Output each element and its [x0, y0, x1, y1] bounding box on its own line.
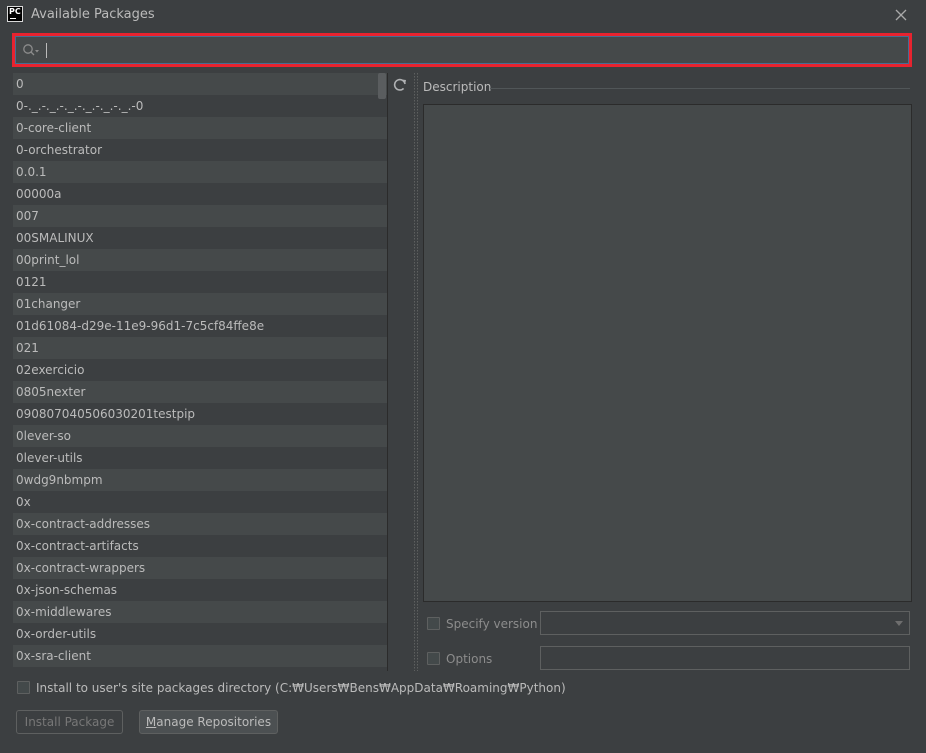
- package-list-item[interactable]: 0x-contract-wrappers: [13, 557, 387, 579]
- package-list-item[interactable]: 00SMALINUX: [13, 227, 387, 249]
- app-logo-text: PC: [9, 7, 21, 16]
- package-list-item[interactable]: 0805nexter: [13, 381, 387, 403]
- package-list-item[interactable]: 0x: [13, 491, 387, 513]
- panel-splitter[interactable]: [413, 73, 419, 671]
- package-list-item[interactable]: 0x-contract-addresses: [13, 513, 387, 535]
- search-input[interactable]: [46, 40, 896, 60]
- package-list-item[interactable]: 02exercicio: [13, 359, 387, 381]
- manage-label-rest: anage Repositories: [156, 715, 272, 729]
- title-bar: PC Available Packages: [0, 0, 926, 30]
- package-list-item[interactable]: 0wdg9nbmpm: [13, 469, 387, 491]
- package-list-item[interactable]: 090807040506030201testpip: [13, 403, 387, 425]
- description-area: [423, 104, 912, 602]
- install-user-label[interactable]: Install to user's site packages director…: [36, 681, 566, 695]
- package-list-item[interactable]: 00print_lol: [13, 249, 387, 271]
- package-list-item[interactable]: 021: [13, 337, 387, 359]
- list-divider: [387, 73, 388, 671]
- package-list-item[interactable]: 007: [13, 205, 387, 227]
- options-checkbox[interactable]: [427, 652, 440, 665]
- description-label: Description: [423, 80, 492, 94]
- package-list-item[interactable]: 0lever-so: [13, 425, 387, 447]
- refresh-icon[interactable]: [391, 76, 409, 94]
- package-list-item[interactable]: 0-._.-._.-._.-._.-._.-._.-0: [13, 95, 387, 117]
- text-caret: [46, 43, 47, 58]
- search-box[interactable]: [15, 36, 909, 64]
- pycharm-logo-icon: PC: [7, 6, 23, 22]
- package-list-item[interactable]: 0x-order-utils: [13, 623, 387, 645]
- package-list-item[interactable]: 0: [13, 73, 387, 95]
- manage-mnemonic: M: [145, 715, 157, 729]
- install-package-button[interactable]: Install Package: [16, 710, 123, 734]
- package-list-item[interactable]: 0lever-utils: [13, 447, 387, 469]
- package-list-item[interactable]: 01changer: [13, 293, 387, 315]
- scrollbar-thumb[interactable]: [378, 73, 386, 99]
- options-label: Options: [446, 652, 493, 666]
- options-field[interactable]: [540, 646, 910, 670]
- package-list-item[interactable]: 00000a: [13, 183, 387, 205]
- version-select[interactable]: [540, 611, 910, 635]
- window-title: Available Packages: [31, 7, 155, 22]
- package-list-item[interactable]: 0x-json-schemas: [13, 579, 387, 601]
- specify-version-label: Specify version: [446, 617, 538, 631]
- chevron-down-icon: [895, 621, 903, 626]
- package-list-item[interactable]: 0x-sra-client: [13, 645, 387, 667]
- install-user-checkbox[interactable]: [17, 681, 30, 694]
- package-list-item[interactable]: 0.0.1: [13, 161, 387, 183]
- package-list-item[interactable]: 01d61084-d29e-11e9-96d1-7c5cf84ffe8e: [13, 315, 387, 337]
- close-icon[interactable]: [892, 6, 910, 24]
- package-list-item[interactable]: 0121: [13, 271, 387, 293]
- package-list-item[interactable]: 0x-contract-artifacts: [13, 535, 387, 557]
- package-list-item[interactable]: 0-orchestrator: [13, 139, 387, 161]
- package-list[interactable]: 0 0-._.-._.-._.-._.-._.-._.-0 0-core-clien…: [13, 73, 387, 671]
- package-list-item[interactable]: 0-core-client: [13, 117, 387, 139]
- manage-repositories-button[interactable]: Manage Repositories: [139, 710, 278, 734]
- package-list-scrollbar[interactable]: [378, 73, 387, 671]
- description-separator: [490, 88, 910, 89]
- specify-version-checkbox[interactable]: [427, 617, 440, 630]
- search-icon[interactable]: [22, 43, 40, 57]
- package-list-item[interactable]: 0x-middlewares: [13, 601, 387, 623]
